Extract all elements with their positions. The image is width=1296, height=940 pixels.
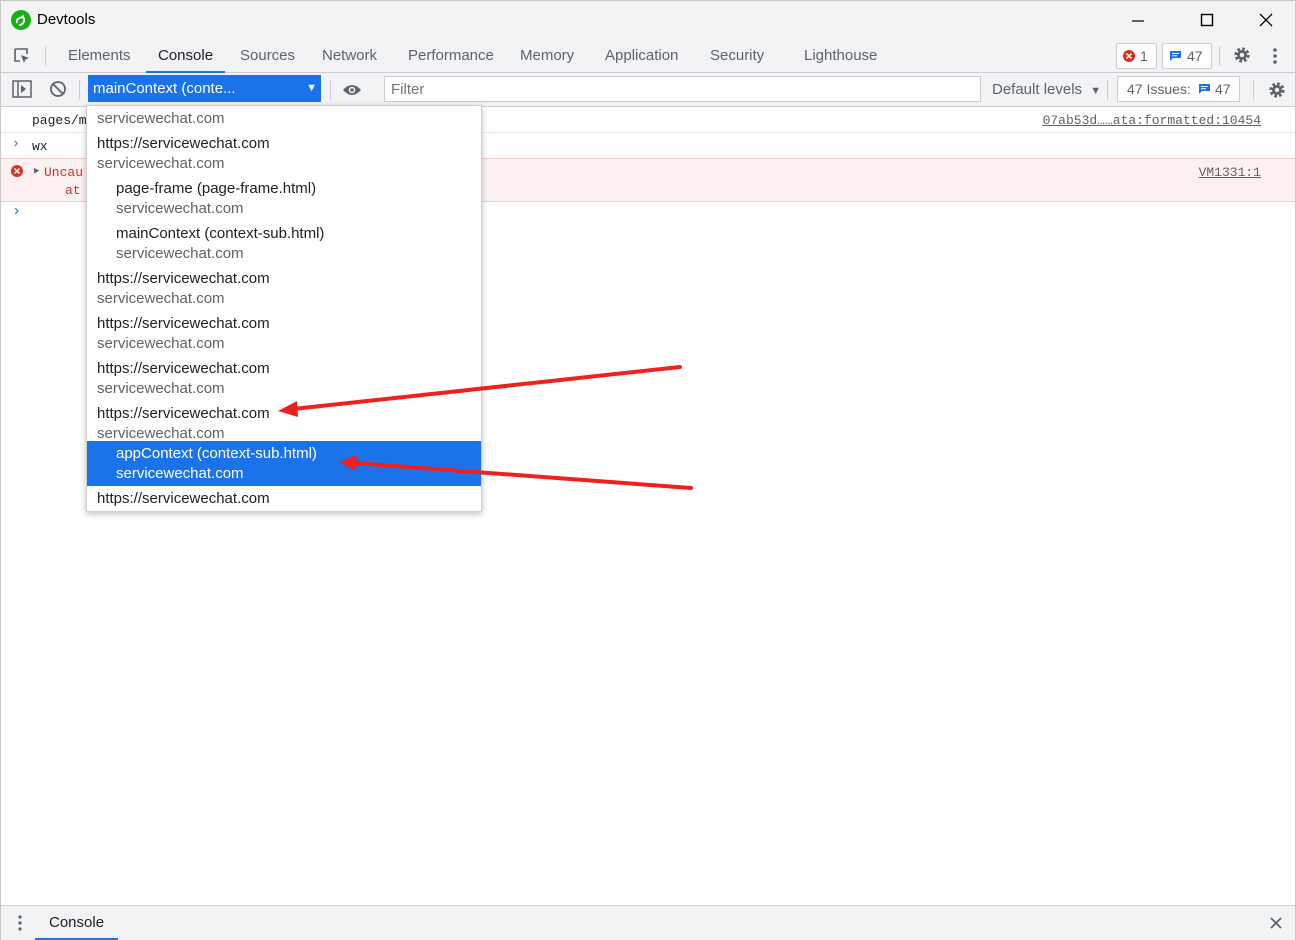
drawer-tab-console[interactable]: Console xyxy=(34,906,119,940)
tab-performance[interactable]: Performance xyxy=(408,39,494,72)
divider xyxy=(1219,46,1220,66)
divider xyxy=(1107,80,1108,100)
prompt-chevron-icon: › xyxy=(12,203,22,220)
maximize-button[interactable] xyxy=(1184,7,1230,33)
context-option[interactable]: https://servicewechat.com servicewechat.… xyxy=(87,401,481,446)
settings-gear-icon[interactable] xyxy=(1232,45,1252,65)
title-bar: Devtools xyxy=(1,1,1295,39)
context-option[interactable]: https://servicewechat.com servicewechat.… xyxy=(87,266,481,311)
live-expression-eye-icon[interactable] xyxy=(342,83,362,97)
devtools-window: Devtools Elements Console Sources Networ… xyxy=(0,0,1296,940)
dropdown-arrow-icon: ▼ xyxy=(1090,85,1102,97)
more-options-icon[interactable] xyxy=(1272,47,1278,65)
tab-elements[interactable]: Elements xyxy=(68,39,131,72)
chevron-right-icon: › xyxy=(12,136,20,151)
console-toolbar: mainContext (conte... ▼ Default levels ▼… xyxy=(1,73,1295,107)
divider xyxy=(1253,80,1254,100)
clear-console-icon[interactable] xyxy=(49,80,67,98)
tab-security[interactable]: Security xyxy=(710,39,764,72)
error-icon xyxy=(1123,50,1135,62)
error-count-badge[interactable]: 1 xyxy=(1116,43,1157,69)
drawer-menu-icon[interactable] xyxy=(18,915,22,931)
message-icon xyxy=(1170,51,1181,61)
divider xyxy=(330,80,331,100)
tab-sources[interactable]: Sources xyxy=(240,39,295,72)
inspect-element-icon[interactable] xyxy=(12,46,32,71)
tab-network[interactable]: Network xyxy=(322,39,377,72)
tab-lighthouse[interactable]: Lighthouse xyxy=(804,39,877,72)
close-drawer-icon[interactable] xyxy=(1270,917,1282,929)
log-levels-dropdown[interactable]: Default levels ▼ xyxy=(992,73,1101,106)
context-option-main-context[interactable]: mainContext (context-sub.html) servicewe… xyxy=(87,221,481,266)
close-window-button[interactable] xyxy=(1243,7,1289,33)
issues-button[interactable]: 47 Issues: 47 xyxy=(1117,76,1240,102)
panel-tab-bar: Elements Console Sources Network Perform… xyxy=(1,39,1295,73)
window-title: Devtools xyxy=(37,11,96,28)
context-option[interactable]: https://servicewechat.com servicewechat.… xyxy=(87,356,481,401)
javascript-context-select[interactable]: mainContext (conte... ▼ xyxy=(88,75,321,102)
sidebar-toggle-icon[interactable] xyxy=(12,80,32,98)
drawer-bar: Console xyxy=(1,905,1295,940)
context-option-page-frame[interactable]: page-frame (page-frame.html) servicewech… xyxy=(87,176,481,221)
error-icon xyxy=(11,165,23,177)
app-logo-icon xyxy=(11,10,31,30)
context-option[interactable]: https://servicewechat.com xyxy=(87,486,481,511)
minimize-button[interactable] xyxy=(1115,7,1161,33)
tab-memory[interactable]: Memory xyxy=(520,39,574,72)
filter-input[interactable] xyxy=(384,76,981,102)
message-count-badge[interactable]: 47 xyxy=(1162,43,1212,69)
expand-triangle-icon[interactable]: ▶ xyxy=(34,166,39,176)
context-option[interactable]: https://servicewechat.com servicewechat.… xyxy=(87,131,481,176)
context-option-app-context-selected[interactable]: appContext (context-sub.html) servicewec… xyxy=(87,441,481,486)
console-settings-gear-icon[interactable] xyxy=(1267,80,1287,100)
context-option[interactable]: servicewechat.com xyxy=(87,106,481,131)
source-link[interactable]: VM1331:1 xyxy=(1199,165,1261,180)
tab-console[interactable]: Console xyxy=(145,39,226,73)
divider xyxy=(45,46,46,66)
context-dropdown-list: servicewechat.com https://servicewechat.… xyxy=(86,105,482,512)
context-option[interactable]: https://servicewechat.com servicewechat.… xyxy=(87,311,481,356)
source-link[interactable]: 07ab53d……ata:formatted:10454 xyxy=(1043,113,1261,128)
divider xyxy=(79,80,80,100)
issues-message-icon xyxy=(1199,84,1210,94)
tab-application[interactable]: Application xyxy=(605,39,678,72)
dropdown-arrow-icon: ▼ xyxy=(306,82,317,94)
